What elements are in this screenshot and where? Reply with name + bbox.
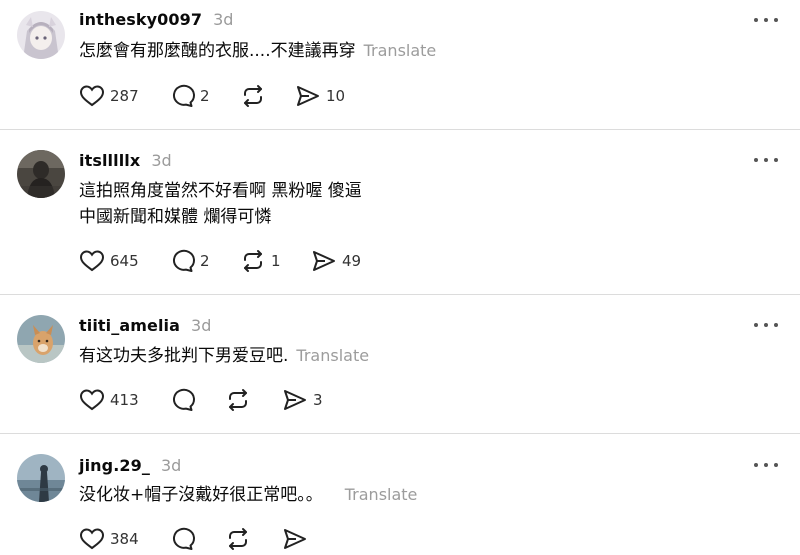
- repost-icon: [229, 389, 247, 411]
- post-text-line: 怎麼會有那麼醜的衣服....不建議再穿: [79, 41, 356, 61]
- reply-button[interactable]: 2: [169, 248, 210, 274]
- avatar[interactable]: [17, 150, 65, 198]
- heart-icon: [79, 250, 105, 272]
- more-options-button[interactable]: [754, 319, 778, 331]
- repost-count: 1: [271, 252, 281, 270]
- like-button[interactable]: 645: [79, 248, 139, 274]
- share-button[interactable]: 49: [311, 248, 361, 274]
- username[interactable]: tiiti_amelia: [79, 316, 180, 335]
- comment-icon: [173, 84, 195, 107]
- share-count: 3: [313, 391, 323, 409]
- avatar[interactable]: [17, 454, 65, 502]
- share-count: 49: [342, 252, 362, 270]
- post-text-line: 這拍照角度當然不好看啊 黑粉喔 傻逼: [79, 181, 362, 201]
- comment-icon: [173, 527, 195, 550]
- post-2: itslllllx 3d 這拍照角度當然不好看啊 黑粉喔 傻逼 中國新聞和媒體 …: [0, 130, 800, 295]
- dot-icon: [774, 463, 778, 467]
- like-count: 287: [110, 87, 139, 105]
- post-text: 有这功夫多批判下男爱豆吧. Translate: [79, 345, 369, 367]
- timestamp[interactable]: 3d: [213, 10, 233, 29]
- avatar-image: [17, 315, 65, 363]
- repost-icon: [229, 528, 247, 550]
- translate-link[interactable]: Translate: [345, 485, 418, 504]
- like-button[interactable]: 287: [79, 83, 139, 109]
- like-count: 645: [110, 252, 139, 270]
- dot-icon: [754, 18, 758, 22]
- heart-icon: [79, 85, 105, 107]
- username[interactable]: jing.29_: [79, 456, 150, 475]
- send-icon: [284, 390, 306, 410]
- reply-button[interactable]: [169, 387, 200, 413]
- comment-icon: [173, 249, 195, 272]
- timestamp[interactable]: 3d: [191, 316, 211, 335]
- repost-button[interactable]: [225, 526, 256, 552]
- avatar[interactable]: [17, 315, 65, 363]
- post-header: inthesky0097 3d: [79, 10, 233, 29]
- username[interactable]: inthesky0097: [79, 10, 202, 29]
- translate-link[interactable]: Translate: [296, 346, 369, 365]
- dot-icon: [764, 463, 768, 467]
- send-icon: [313, 251, 335, 271]
- post-text-line: 没化妆+帽子沒戴好很正常吧。。: [79, 485, 323, 505]
- dot-icon: [774, 158, 778, 162]
- dot-icon: [764, 158, 768, 162]
- repost-icon: [244, 85, 262, 107]
- post-text: 怎麼會有那麼醜的衣服....不建議再穿 Translate: [79, 40, 436, 62]
- like-button[interactable]: 384: [79, 526, 139, 552]
- translate-link[interactable]: Translate: [364, 41, 437, 60]
- username[interactable]: itslllllx: [79, 151, 140, 170]
- dot-icon: [754, 158, 758, 162]
- share-count: 10: [326, 87, 346, 105]
- post-4: jing.29_ 3d 没化妆+帽子沒戴好很正常吧。。 Translate 384: [0, 434, 800, 555]
- reply-count: 2: [200, 87, 210, 105]
- heart-icon: [79, 528, 105, 550]
- post-text-line: 中國新聞和媒體 爛得可憐: [79, 207, 272, 227]
- share-button[interactable]: [282, 526, 313, 552]
- repost-button[interactable]: [225, 387, 256, 413]
- repost-button[interactable]: [240, 83, 271, 109]
- timestamp[interactable]: 3d: [161, 456, 181, 475]
- post-1: inthesky0097 3d 怎麼會有那麼醜的衣服....不建議再穿 Trans…: [0, 0, 800, 130]
- post-header: tiiti_amelia 3d: [79, 316, 211, 335]
- more-options-button[interactable]: [754, 459, 778, 471]
- dot-icon: [754, 323, 758, 327]
- avatar-image: [17, 150, 65, 198]
- timestamp[interactable]: 3d: [151, 151, 171, 170]
- reply-button[interactable]: 2: [169, 83, 210, 109]
- like-count: 413: [110, 391, 139, 409]
- post-text: 没化妆+帽子沒戴好很正常吧。。 Translate: [79, 484, 417, 506]
- avatar-image: [17, 11, 65, 59]
- post-text-line: 有这功夫多批判下男爱豆吧.: [79, 346, 289, 366]
- repost-icon: [244, 250, 262, 272]
- dot-icon: [764, 18, 768, 22]
- dot-icon: [754, 463, 758, 467]
- avatar[interactable]: [17, 11, 65, 59]
- repost-button[interactable]: 1: [240, 248, 281, 274]
- post-header: itslllllx 3d: [79, 151, 172, 170]
- like-count: 384: [110, 530, 139, 548]
- dot-icon: [774, 323, 778, 327]
- post-header: jing.29_ 3d: [79, 456, 181, 475]
- share-button[interactable]: 10: [295, 83, 345, 109]
- share-button[interactable]: 3: [282, 387, 323, 413]
- more-options-button[interactable]: [754, 14, 778, 26]
- comment-icon: [173, 388, 195, 411]
- reply-button[interactable]: [169, 526, 200, 552]
- dot-icon: [774, 18, 778, 22]
- send-icon: [284, 529, 306, 549]
- post-3: tiiti_amelia 3d 有这功夫多批判下男爱豆吧. Translate 4…: [0, 295, 800, 434]
- more-options-button[interactable]: [754, 154, 778, 166]
- dot-icon: [764, 323, 768, 327]
- like-button[interactable]: 413: [79, 387, 139, 413]
- avatar-image: [17, 454, 65, 502]
- heart-icon: [79, 389, 105, 411]
- send-icon: [297, 86, 319, 106]
- reply-count: 2: [200, 252, 210, 270]
